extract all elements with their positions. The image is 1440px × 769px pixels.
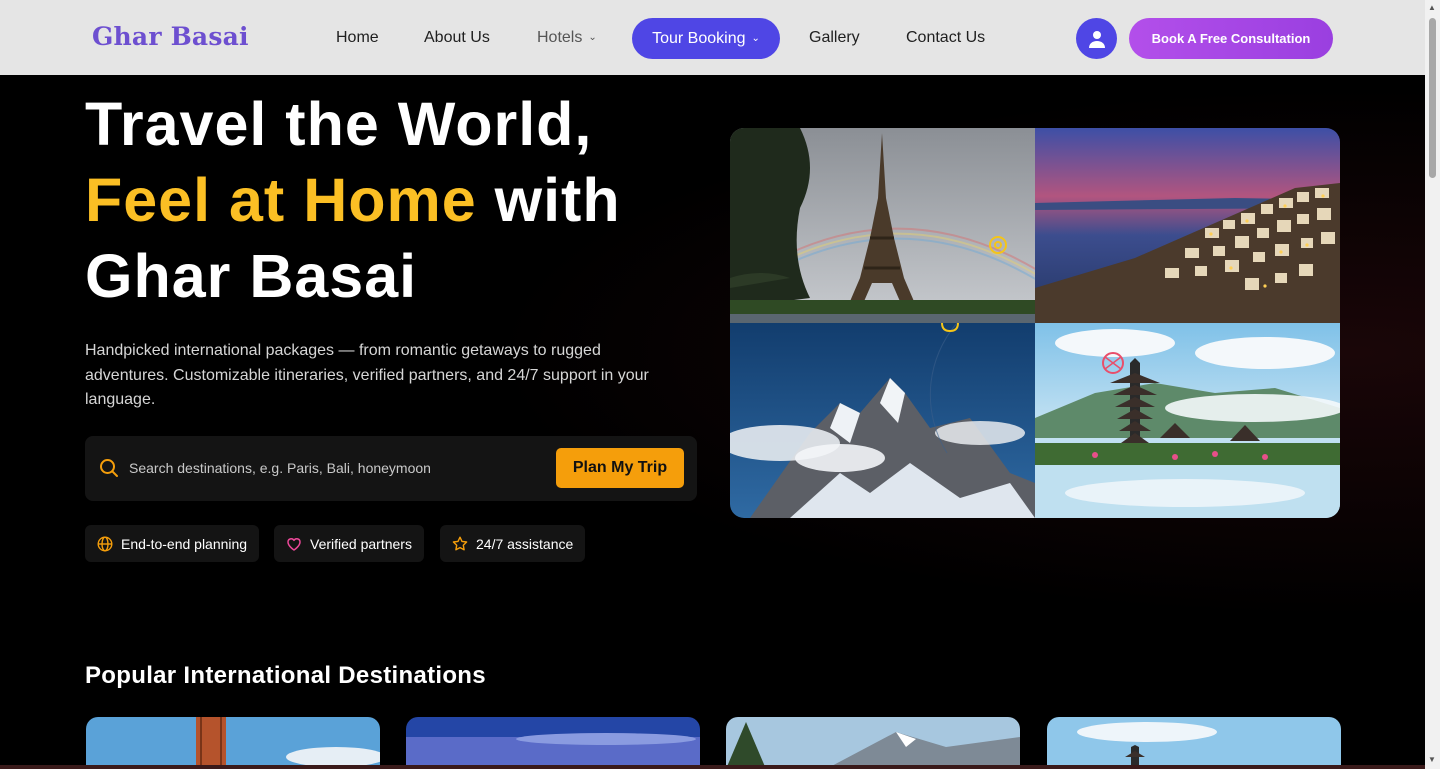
navbar: Ghar Basai Home About Us Hotels ⌄ Tour Bo… [0, 0, 1425, 75]
headline-line-1: Travel the World, [85, 90, 593, 158]
hero-description: Handpicked international packages — from… [85, 342, 649, 408]
globe-icon [97, 535, 113, 552]
popular-destinations-title: Popular International Destinations [85, 662, 486, 689]
scroll-down-arrow-icon[interactable]: ▼ [1428, 755, 1436, 764]
vertical-scrollbar[interactable]: ▲ ▼ [1425, 0, 1440, 769]
nav-gallery[interactable]: Gallery [809, 29, 860, 47]
scrollbar-thumb[interactable] [1429, 18, 1436, 178]
destination-collage [730, 128, 1340, 518]
feature-verified-partners: Verified partners [274, 525, 424, 562]
headline-line-2-rest: with [476, 166, 621, 234]
collage-image-paris [730, 128, 1035, 323]
nav-tour-booking[interactable]: Tour Booking ⌄ [632, 18, 780, 59]
nav-home[interactable]: Home [336, 29, 379, 47]
destination-card[interactable] [1047, 717, 1341, 769]
destination-card-image [406, 717, 700, 769]
page-bottom-edge [0, 765, 1425, 769]
collage-image-santorini [1035, 128, 1340, 323]
destination-card[interactable] [726, 717, 1020, 769]
user-icon [1088, 30, 1105, 48]
nav-hotels-label: Hotels [537, 29, 583, 46]
hero-headline: Travel the World, Feel at Home with Ghar… [85, 86, 621, 314]
feature-label: Verified partners [310, 535, 412, 552]
search-input[interactable] [129, 450, 549, 486]
nav-about-us[interactable]: About Us [424, 29, 490, 47]
collage-image-bali [1035, 323, 1340, 518]
heart-icon [287, 537, 301, 551]
feature-24-7-assistance: 24/7 assistance [440, 525, 586, 562]
nav-contact-us[interactable]: Contact Us [906, 29, 985, 47]
chevron-down-icon: ⌄ [751, 33, 760, 44]
headline-accent: Feel at Home [85, 166, 477, 234]
destination-card[interactable] [86, 717, 380, 769]
search-bar: Plan My Trip [85, 436, 697, 501]
user-account-button[interactable] [1076, 18, 1117, 59]
feature-label: End-to-end planning [121, 535, 248, 552]
star-icon [452, 536, 468, 550]
destination-card-image [86, 717, 380, 769]
destination-card[interactable] [406, 717, 700, 769]
book-consultation-button[interactable]: Book A Free Consultation [1129, 18, 1333, 59]
destination-card-image [1047, 717, 1341, 769]
scroll-up-arrow-icon[interactable]: ▲ [1428, 3, 1436, 12]
collage-image-mountains [730, 323, 1035, 518]
chevron-down-icon: ⌄ [588, 32, 597, 43]
nav-tour-booking-label: Tour Booking [652, 29, 746, 47]
plan-my-trip-button[interactable]: Plan My Trip [556, 448, 684, 488]
headline-line-3: Ghar Basai [85, 242, 418, 310]
feature-label: 24/7 assistance [476, 535, 574, 552]
search-icon [100, 459, 118, 477]
feature-end-to-end-planning: End-to-end planning [85, 525, 260, 562]
nav-hotels[interactable]: Hotels ⌄ [537, 29, 597, 47]
brand-logo[interactable]: Ghar Basai [92, 22, 249, 51]
destination-card-image [726, 717, 1020, 769]
